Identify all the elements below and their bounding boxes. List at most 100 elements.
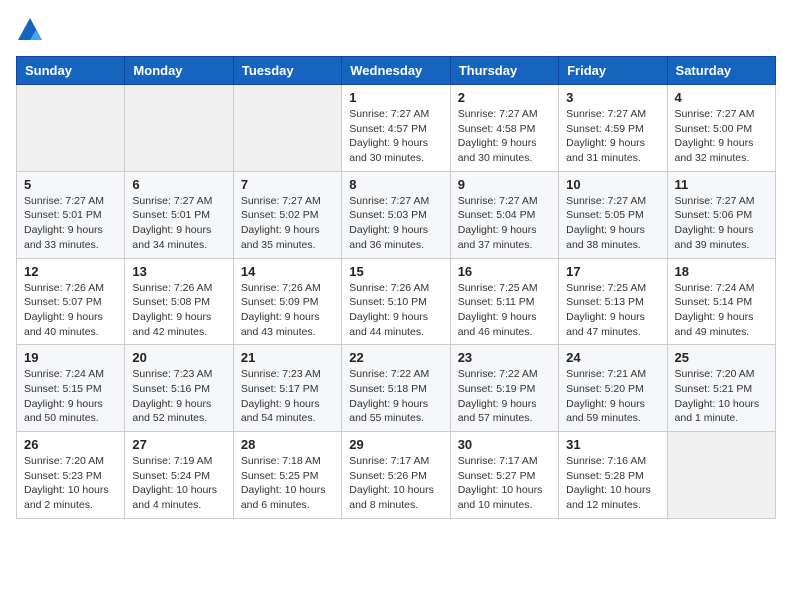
- day-info: Sunrise: 7:27 AM Sunset: 5:06 PM Dayligh…: [675, 194, 768, 253]
- col-header-monday: Monday: [125, 57, 233, 85]
- day-cell: [667, 432, 775, 519]
- logo-icon: [16, 16, 44, 44]
- day-cell: 6Sunrise: 7:27 AM Sunset: 5:01 PM Daylig…: [125, 171, 233, 258]
- day-number: 5: [24, 177, 117, 192]
- day-info: Sunrise: 7:26 AM Sunset: 5:09 PM Dayligh…: [241, 281, 334, 340]
- day-number: 6: [132, 177, 225, 192]
- day-info: Sunrise: 7:25 AM Sunset: 5:11 PM Dayligh…: [458, 281, 551, 340]
- day-cell: 4Sunrise: 7:27 AM Sunset: 5:00 PM Daylig…: [667, 85, 775, 172]
- day-number: 28: [241, 437, 334, 452]
- day-number: 9: [458, 177, 551, 192]
- col-header-thursday: Thursday: [450, 57, 558, 85]
- day-cell: [233, 85, 341, 172]
- day-info: Sunrise: 7:23 AM Sunset: 5:16 PM Dayligh…: [132, 367, 225, 426]
- logo: [16, 16, 48, 44]
- day-info: Sunrise: 7:24 AM Sunset: 5:15 PM Dayligh…: [24, 367, 117, 426]
- week-row-2: 5 Sunrise: 7:27 AM Sunset: 5:01 PM Daylig…: [17, 171, 776, 258]
- day-number: 30: [458, 437, 551, 452]
- day-cell: [125, 85, 233, 172]
- day-info: Sunrise: 7:27 AM Sunset: 4:58 PM Dayligh…: [458, 107, 551, 166]
- day-info: Sunrise: 7:19 AM Sunset: 5:24 PM Dayligh…: [132, 454, 225, 513]
- day-cell: 26 Sunrise: 7:20 AM Sunset: 5:23 PM Dayli…: [17, 432, 125, 519]
- day-cell: 9 Sunrise: 7:27 AM Sunset: 5:04 PM Daylig…: [450, 171, 558, 258]
- day-number: 22: [349, 350, 442, 365]
- day-number: 7: [241, 177, 334, 192]
- day-cell: 1 Sunrise: 7:27 AM Sunset: 4:57 PM Daylig…: [342, 85, 450, 172]
- day-number: 18: [675, 264, 768, 279]
- day-number: 29: [349, 437, 442, 452]
- week-row-4: 19 Sunrise: 7:24 AM Sunset: 5:15 PM Dayli…: [17, 345, 776, 432]
- day-cell: 27 Sunrise: 7:19 AM Sunset: 5:24 PM Dayli…: [125, 432, 233, 519]
- day-info: Sunrise: 7:27 AM Sunset: 5:01 PM Dayligh…: [24, 194, 117, 253]
- day-number: 24: [566, 350, 659, 365]
- col-header-saturday: Saturday: [667, 57, 775, 85]
- day-number: 26: [24, 437, 117, 452]
- day-cell: 13 Sunrise: 7:26 AM Sunset: 5:08 PM Dayli…: [125, 258, 233, 345]
- day-info: Sunrise: 7:21 AM Sunset: 5:20 PM Dayligh…: [566, 367, 659, 426]
- day-number: 25: [675, 350, 768, 365]
- col-header-wednesday: Wednesday: [342, 57, 450, 85]
- day-info: Sunrise: 7:27 AM Sunset: 5:03 PM Dayligh…: [349, 194, 442, 253]
- day-info: Sunrise: 7:25 AM Sunset: 5:13 PM Dayligh…: [566, 281, 659, 340]
- day-number: 19: [24, 350, 117, 365]
- day-info: Sunrise: 7:27 AM Sunset: 5:05 PM Dayligh…: [566, 194, 659, 253]
- day-info: Sunrise: 7:20 AM Sunset: 5:23 PM Dayligh…: [24, 454, 117, 513]
- day-cell: 5 Sunrise: 7:27 AM Sunset: 5:01 PM Daylig…: [17, 171, 125, 258]
- day-info: Sunrise: 7:22 AM Sunset: 5:18 PM Dayligh…: [349, 367, 442, 426]
- day-cell: 7 Sunrise: 7:27 AM Sunset: 5:02 PM Daylig…: [233, 171, 341, 258]
- day-cell: 16 Sunrise: 7:25 AM Sunset: 5:11 PM Dayli…: [450, 258, 558, 345]
- day-cell: 31 Sunrise: 7:16 AM Sunset: 5:28 PM Dayli…: [559, 432, 667, 519]
- day-cell: 14 Sunrise: 7:26 AM Sunset: 5:09 PM Dayli…: [233, 258, 341, 345]
- day-cell: 15 Sunrise: 7:26 AM Sunset: 5:10 PM Dayli…: [342, 258, 450, 345]
- day-info: Sunrise: 7:17 AM Sunset: 5:27 PM Dayligh…: [458, 454, 551, 513]
- day-info: Sunrise: 7:26 AM Sunset: 5:08 PM Dayligh…: [132, 281, 225, 340]
- day-info: Sunrise: 7:24 AM Sunset: 5:14 PM Dayligh…: [675, 281, 768, 340]
- day-info: Sunrise: 7:26 AM Sunset: 5:10 PM Dayligh…: [349, 281, 442, 340]
- day-cell: 3Sunrise: 7:27 AM Sunset: 4:59 PM Daylig…: [559, 85, 667, 172]
- day-info: Sunrise: 7:27 AM Sunset: 5:02 PM Dayligh…: [241, 194, 334, 253]
- day-info: Sunrise: 7:22 AM Sunset: 5:19 PM Dayligh…: [458, 367, 551, 426]
- day-cell: 24 Sunrise: 7:21 AM Sunset: 5:20 PM Dayli…: [559, 345, 667, 432]
- day-number: 10: [566, 177, 659, 192]
- day-cell: 22 Sunrise: 7:22 AM Sunset: 5:18 PM Dayli…: [342, 345, 450, 432]
- day-cell: 12 Sunrise: 7:26 AM Sunset: 5:07 PM Dayli…: [17, 258, 125, 345]
- day-number: 8: [349, 177, 442, 192]
- day-number: 1: [349, 90, 442, 105]
- day-cell: 17Sunrise: 7:25 AM Sunset: 5:13 PM Dayli…: [559, 258, 667, 345]
- day-number: 13: [132, 264, 225, 279]
- day-info: Sunrise: 7:23 AM Sunset: 5:17 PM Dayligh…: [241, 367, 334, 426]
- day-cell: 29 Sunrise: 7:17 AM Sunset: 5:26 PM Dayli…: [342, 432, 450, 519]
- page-header: [16, 16, 776, 44]
- day-info: Sunrise: 7:27 AM Sunset: 4:57 PM Dayligh…: [349, 107, 442, 166]
- day-info: Sunrise: 7:17 AM Sunset: 5:26 PM Dayligh…: [349, 454, 442, 513]
- day-cell: 18 Sunrise: 7:24 AM Sunset: 5:14 PM Dayli…: [667, 258, 775, 345]
- day-number: 27: [132, 437, 225, 452]
- day-cell: 20 Sunrise: 7:23 AM Sunset: 5:16 PM Dayli…: [125, 345, 233, 432]
- day-info: Sunrise: 7:27 AM Sunset: 5:00 PM Dayligh…: [675, 107, 768, 166]
- day-info: Sunrise: 7:20 AM Sunset: 5:21 PM Dayligh…: [675, 367, 768, 426]
- day-info: Sunrise: 7:16 AM Sunset: 5:28 PM Dayligh…: [566, 454, 659, 513]
- day-info: Sunrise: 7:27 AM Sunset: 5:04 PM Dayligh…: [458, 194, 551, 253]
- day-number: 2: [458, 90, 551, 105]
- day-cell: 23 Sunrise: 7:22 AM Sunset: 5:19 PM Dayli…: [450, 345, 558, 432]
- day-number: 3: [566, 90, 659, 105]
- day-cell: [17, 85, 125, 172]
- calendar: SundayMondayTuesdayWednesdayThursdayFrid…: [16, 56, 776, 519]
- day-number: 11: [675, 177, 768, 192]
- day-cell: 10 Sunrise: 7:27 AM Sunset: 5:05 PM Dayli…: [559, 171, 667, 258]
- day-number: 16: [458, 264, 551, 279]
- day-number: 12: [24, 264, 117, 279]
- week-row-5: 26 Sunrise: 7:20 AM Sunset: 5:23 PM Dayli…: [17, 432, 776, 519]
- day-number: 23: [458, 350, 551, 365]
- col-header-tuesday: Tuesday: [233, 57, 341, 85]
- day-number: 15: [349, 264, 442, 279]
- day-number: 31: [566, 437, 659, 452]
- day-number: 14: [241, 264, 334, 279]
- day-info: Sunrise: 7:26 AM Sunset: 5:07 PM Dayligh…: [24, 281, 117, 340]
- day-cell: 2 Sunrise: 7:27 AM Sunset: 4:58 PM Daylig…: [450, 85, 558, 172]
- day-cell: 21Sunrise: 7:23 AM Sunset: 5:17 PM Dayli…: [233, 345, 341, 432]
- day-number: 20: [132, 350, 225, 365]
- day-cell: 30 Sunrise: 7:17 AM Sunset: 5:27 PM Dayli…: [450, 432, 558, 519]
- day-cell: 19 Sunrise: 7:24 AM Sunset: 5:15 PM Dayli…: [17, 345, 125, 432]
- col-header-friday: Friday: [559, 57, 667, 85]
